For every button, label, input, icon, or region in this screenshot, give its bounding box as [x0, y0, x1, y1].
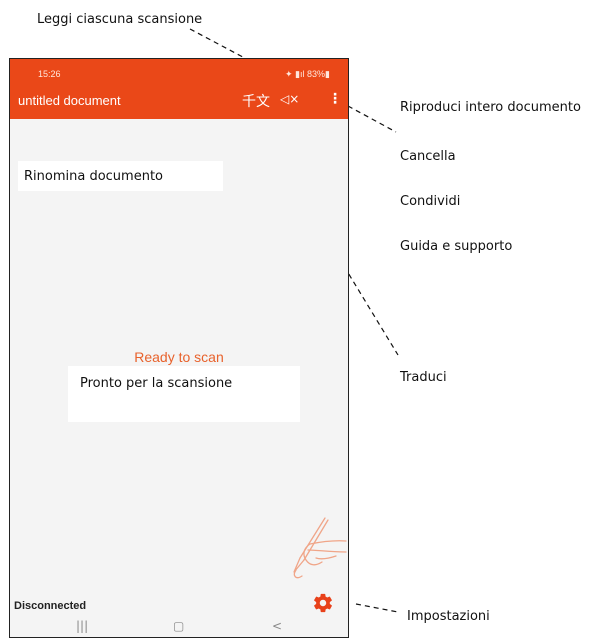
callout-delete: Cancella	[400, 149, 456, 164]
mute-speaker-icon[interactable]: ◁×	[280, 92, 299, 106]
recents-button[interactable]: |||	[76, 619, 88, 633]
status-time: 15:26	[38, 69, 61, 79]
hand-pen-icon	[293, 517, 347, 579]
status-bar: 15:26 ✦ ▮ıl 83%▮	[10, 59, 348, 83]
callout-share: Condividi	[400, 194, 461, 209]
callout-ready-to-scan: Pronto per la scansione	[68, 366, 300, 422]
ready-to-scan-status: Ready to scan	[134, 349, 224, 365]
callout-rename-document: Rinomina documento	[18, 161, 223, 191]
callout-settings: Impostazioni	[407, 609, 490, 624]
phone-screen: 15:26 ✦ ▮ıl 83%▮ untitled document 千文 ◁×…	[9, 58, 349, 638]
callout-help-support: Guida e supporto	[400, 239, 513, 254]
home-button[interactable]: ▢	[173, 619, 184, 633]
document-title[interactable]: untitled document	[18, 93, 121, 108]
more-vert-icon[interactable]: ⋮	[328, 91, 342, 107]
bottom-bar: Disconnected	[10, 589, 348, 617]
connection-status: Disconnected	[14, 600, 87, 612]
back-button[interactable]: <	[272, 619, 282, 633]
callout-play-whole-document: Riproduci intero documento	[400, 100, 581, 115]
android-nav-bar: ||| ▢ <	[10, 617, 348, 637]
callout-translate: Traduci	[400, 370, 447, 385]
status-indicators: ✦ ▮ıl 83%▮	[285, 69, 330, 79]
app-bar: untitled document 千文 ◁× ⋮	[10, 83, 348, 119]
translate-icon[interactable]: 千文	[242, 91, 270, 111]
gear-icon[interactable]	[312, 592, 334, 614]
callout-read-each-scan: Leggi ciascuna scansione	[37, 12, 203, 27]
